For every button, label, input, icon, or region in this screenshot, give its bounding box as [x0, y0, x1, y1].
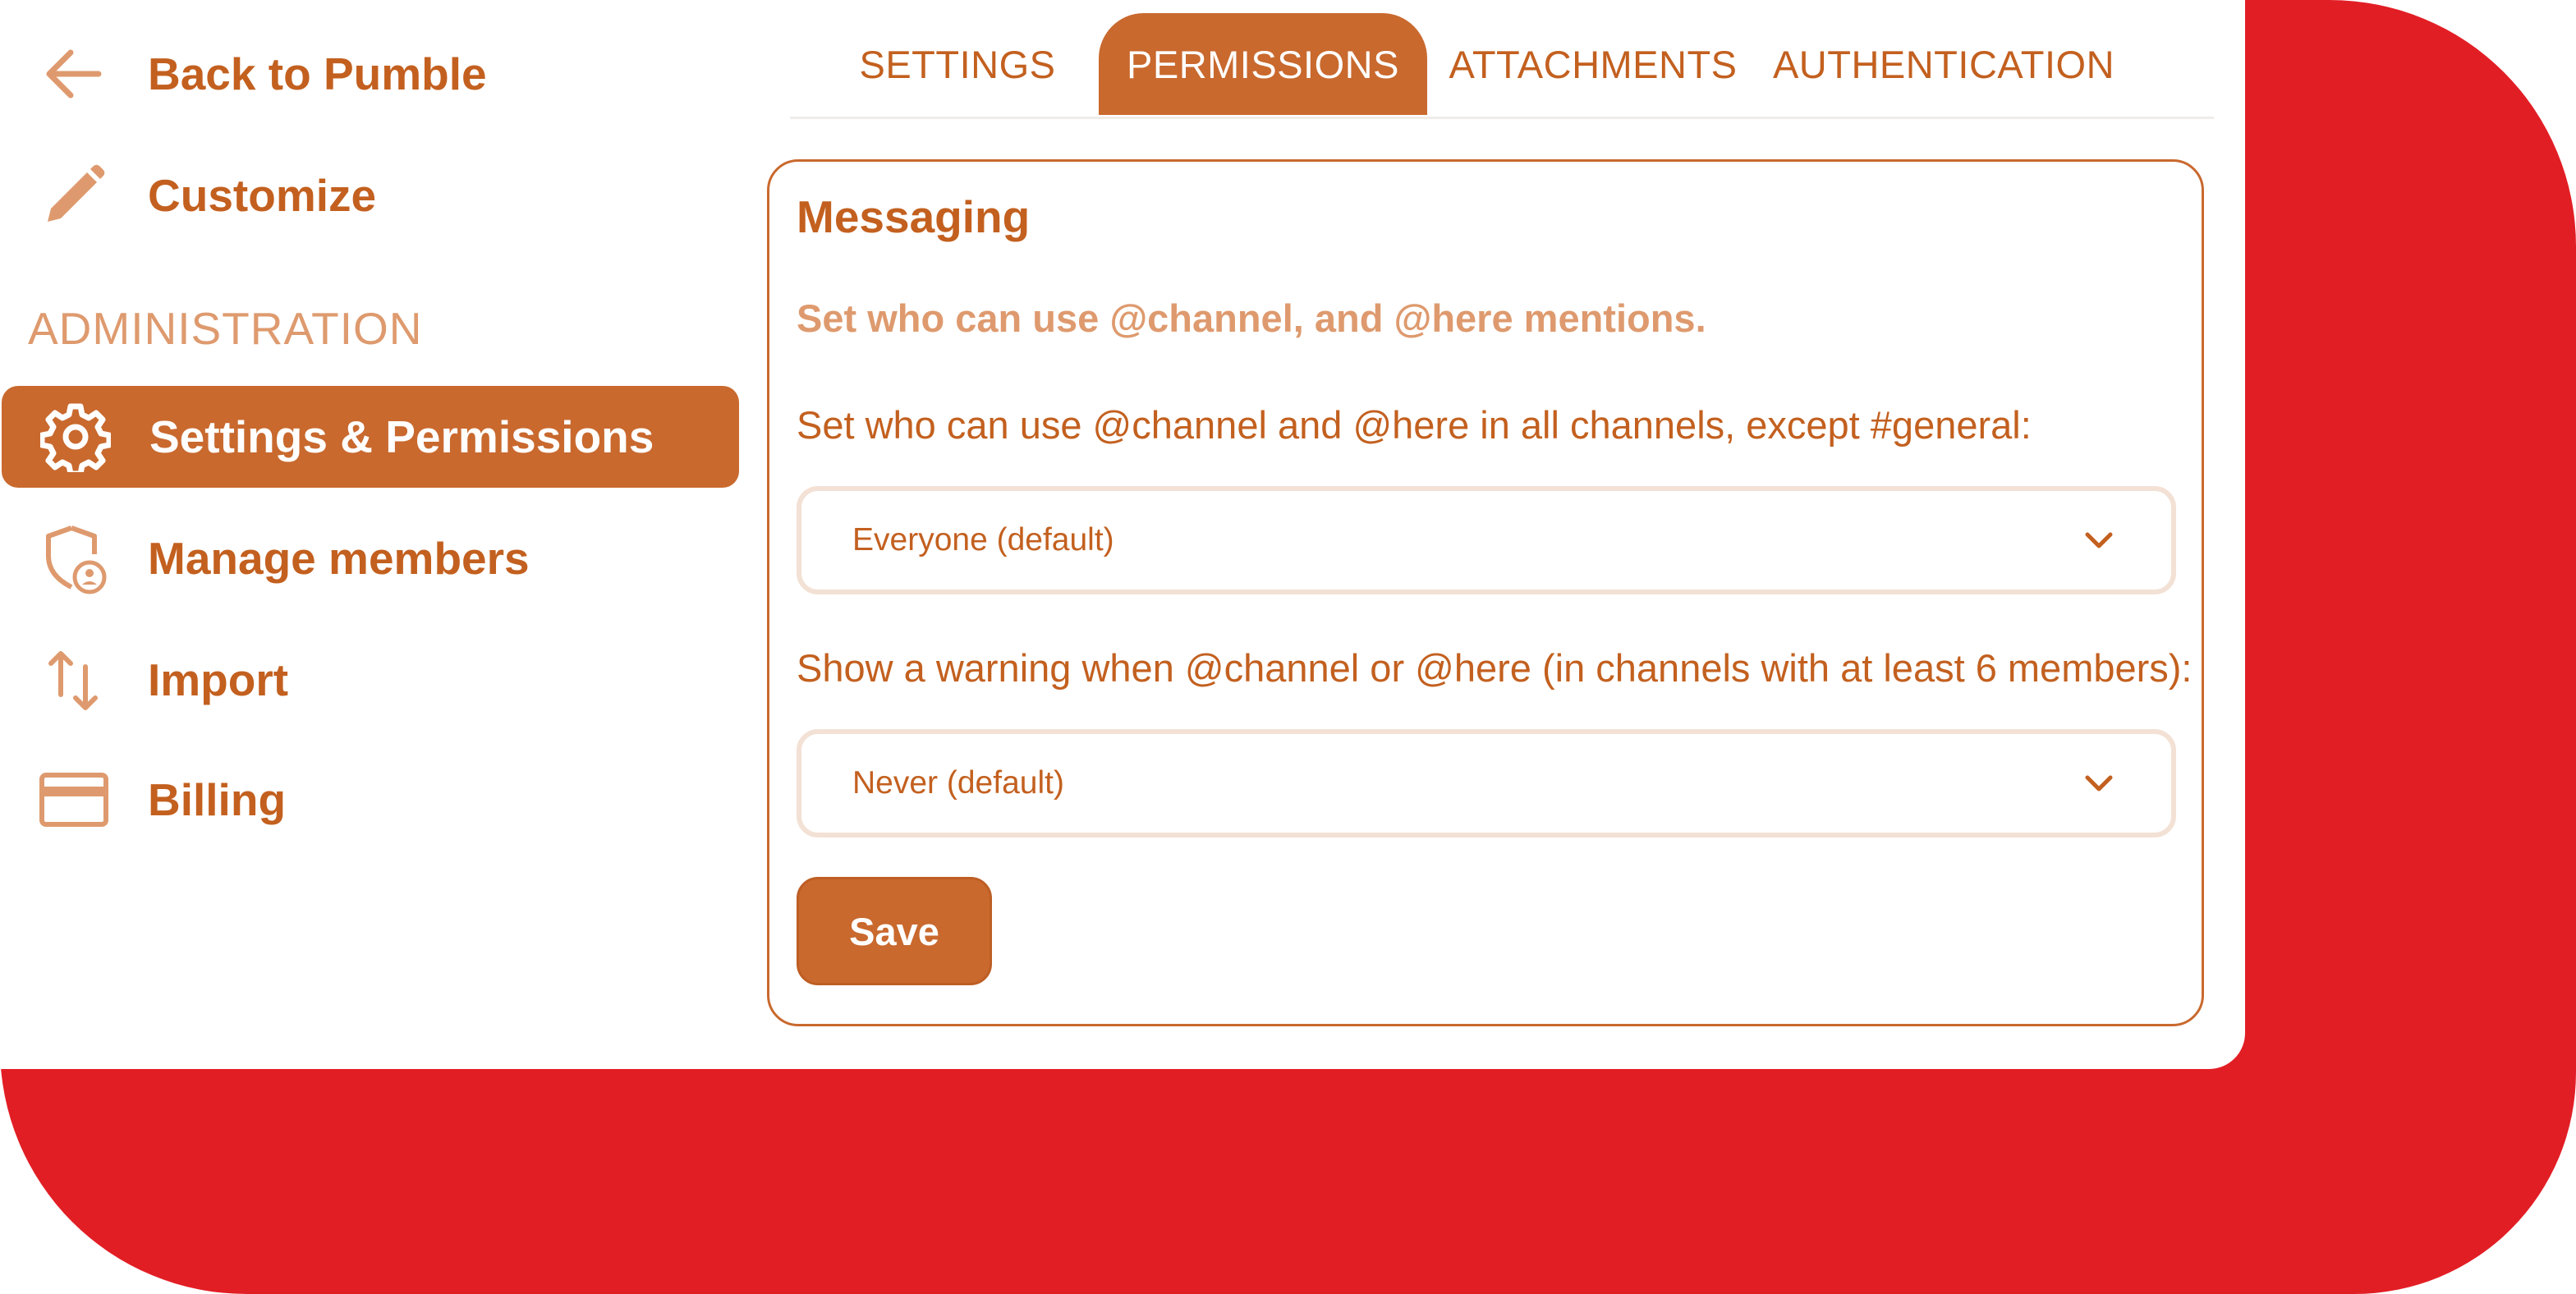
customize-link[interactable]: Customize — [0, 145, 739, 246]
customize-label: Customize — [148, 170, 377, 221]
pencil-icon — [36, 158, 112, 233]
tab-settings[interactable]: SETTINGS — [843, 13, 1072, 115]
sidebar-item-label: Import — [148, 654, 289, 705]
messaging-title: Messaging — [797, 191, 1031, 242]
mention-warning-label: Show a warning when @channel or @here (i… — [797, 646, 2193, 690]
channel-mention-select[interactable]: Everyone (default) — [797, 486, 2176, 594]
sidebar-item-label: Billing — [148, 774, 287, 825]
arrows-up-down-icon — [36, 642, 112, 718]
messaging-description: Set who can use @channel, and @here ment… — [797, 296, 1706, 340]
administration-section-label: ADMINISTRATION — [28, 303, 423, 354]
channel-mention-value: Everyone (default) — [852, 522, 1114, 558]
mention-warning-value: Never (default) — [852, 765, 1064, 801]
mention-warning-select[interactable]: Never (default) — [797, 729, 2176, 837]
gear-icon — [38, 399, 113, 475]
sidebar-item-manage-members[interactable]: Manage members — [0, 507, 739, 609]
sidebar-item-settings-permissions[interactable]: Settings & Permissions — [2, 386, 739, 488]
chevron-down-icon — [2085, 775, 2113, 792]
shield-user-icon — [36, 521, 112, 596]
arrow-left-icon — [36, 36, 112, 112]
channel-mention-label: Set who can use @channel and @here in al… — [797, 403, 2032, 447]
tab-permissions[interactable]: PERMISSIONS — [1099, 13, 1427, 115]
back-to-pumble-label: Back to Pumble — [148, 48, 487, 99]
tab-authentication[interactable]: AUTHENTICATION — [1759, 13, 2128, 115]
sidebar-item-label: Settings & Permissions — [149, 411, 654, 462]
credit-card-icon — [36, 762, 112, 837]
settings-panel: Back to Pumble Customize ADMINISTRATION … — [0, 0, 2245, 1069]
back-to-pumble-link[interactable]: Back to Pumble — [0, 23, 739, 125]
sidebar-item-import[interactable]: Import — [0, 629, 739, 731]
sidebar-item-billing[interactable]: Billing — [0, 749, 739, 851]
tab-bar: SETTINGS PERMISSIONS ATTACHMENTS AUTHENT… — [790, 0, 2214, 119]
save-button[interactable]: Save — [797, 877, 992, 985]
sidebar-item-label: Manage members — [148, 533, 530, 584]
chevron-down-icon — [2085, 532, 2113, 548]
tab-attachments[interactable]: ATTACHMENTS — [1449, 13, 1737, 115]
